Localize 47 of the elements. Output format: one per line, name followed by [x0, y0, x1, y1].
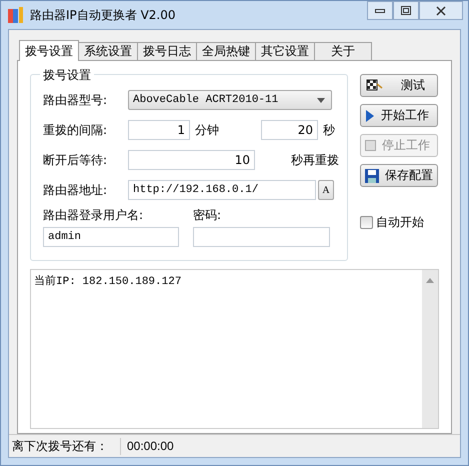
close-button[interactable] — [419, 1, 463, 20]
close-icon — [436, 6, 446, 16]
tab[interactable]: 拨号设置 — [19, 40, 79, 61]
field-label: 断开后等待: — [43, 152, 108, 168]
action-button[interactable]: 保存配置 — [360, 164, 438, 187]
app-icon — [8, 7, 24, 23]
tab[interactable]: 关于 — [314, 42, 372, 60]
countdown-text: 00:00:00 — [126, 439, 174, 453]
address-button[interactable]: A — [318, 180, 334, 200]
tab[interactable]: 拨号日志 — [137, 42, 197, 60]
action-button[interactable]: 开始工作 — [360, 104, 438, 127]
tab[interactable]: 其它设置 — [255, 42, 315, 60]
field-label: 路由器型号: — [43, 92, 108, 108]
field-label: 路由器登录用户名: — [43, 207, 144, 224]
field-label: 密码: — [193, 207, 222, 224]
scrollbar[interactable] — [422, 270, 438, 428]
auto-start-checkbox[interactable]: 自动开始 — [360, 214, 438, 231]
log-line: 当前IP: 182.150.189.127 — [34, 274, 182, 288]
unit-label: 秒再重拨 — [291, 152, 339, 168]
status-label: 离下次拨号还有： — [9, 438, 121, 454]
checkbox-square[interactable] — [360, 216, 373, 229]
unit-label: 分钟 — [195, 122, 220, 138]
stop-icon — [365, 140, 376, 151]
field-label: 路由器地址: — [43, 182, 108, 198]
maximize-icon — [401, 6, 411, 15]
minutes-field[interactable]: 1 — [128, 120, 190, 140]
router-model-dropdown[interactable]: AboveCable ACRT2010-11 — [128, 90, 332, 110]
window-title: 路由器IP自动更换者 V2.00 — [30, 6, 176, 24]
field-label: 重拨的间隔: — [43, 122, 108, 138]
router-address-field[interactable]: http://192.168.0.1/ — [128, 180, 316, 200]
checkered-flag-icon — [365, 78, 383, 94]
group-title: 拨号设置 — [40, 67, 94, 84]
password-field[interactable] — [193, 227, 330, 247]
minimize-button[interactable] — [367, 1, 393, 20]
minimize-icon — [375, 8, 385, 14]
scroll-up-icon — [426, 278, 434, 283]
maximize-button[interactable] — [393, 1, 419, 20]
wait-field[interactable]: 10 — [128, 150, 255, 170]
tab[interactable]: 全局热键 — [196, 42, 256, 60]
username-field[interactable]: admin — [43, 227, 179, 247]
tab[interactable]: 系统设置 — [78, 42, 138, 60]
play-icon — [365, 110, 375, 122]
seconds-field[interactable]: 20 — [261, 120, 318, 140]
checkbox-label: 自动开始 — [376, 214, 424, 231]
unit-label: 秒 — [323, 122, 335, 138]
dropdown-caret-icon — [317, 98, 325, 102]
action-button[interactable]: 测试 — [360, 74, 438, 97]
